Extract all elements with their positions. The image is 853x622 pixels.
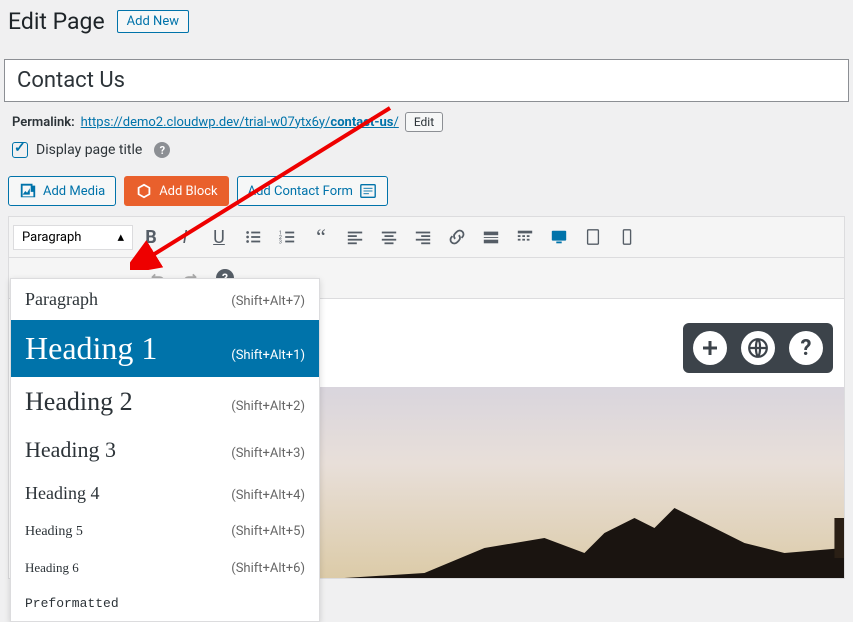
add-contact-form-button[interactable]: Add Contact Form bbox=[237, 176, 388, 206]
numbered-list-icon: 123 bbox=[278, 228, 296, 246]
format-heading-5[interactable]: Heading 5 (Shift+Alt+5) bbox=[11, 514, 319, 550]
display-page-title-checkbox[interactable] bbox=[12, 142, 28, 158]
floating-help-button[interactable]: ? bbox=[789, 331, 823, 365]
format-heading-4[interactable]: Heading 4 (Shift+Alt+4) bbox=[11, 473, 319, 514]
align-center-button[interactable] bbox=[373, 221, 405, 253]
silhouette-graphic bbox=[329, 498, 844, 578]
format-dropdown-menu: Paragraph (Shift+Alt+7) Heading 1 (Shift+Al… bbox=[10, 278, 320, 622]
svg-text:3: 3 bbox=[279, 239, 282, 245]
format-heading-4-label: Heading 4 bbox=[25, 483, 99, 504]
add-block-button[interactable]: Add Block bbox=[124, 176, 228, 206]
add-contact-form-label: Add Contact Form bbox=[248, 184, 353, 199]
format-heading-6-shortcut: (Shift+Alt+6) bbox=[231, 561, 305, 576]
display-page-title-label: Display page title bbox=[36, 142, 142, 158]
plus-icon bbox=[700, 338, 720, 358]
format-heading-1[interactable]: Heading 1 (Shift+Alt+1) bbox=[11, 320, 319, 377]
permalink-link[interactable]: https://demo2.cloudwp.dev/trial-w07ytx6y… bbox=[81, 115, 399, 130]
help-icon[interactable]: ? bbox=[154, 142, 170, 158]
floating-add-button[interactable] bbox=[693, 331, 727, 365]
format-preformatted-label: Preformatted bbox=[25, 596, 119, 611]
format-paragraph-label: Paragraph bbox=[25, 289, 98, 310]
format-heading-5-shortcut: (Shift+Alt+5) bbox=[231, 524, 305, 539]
more-icon bbox=[482, 228, 500, 246]
page-title: Edit Page bbox=[8, 8, 105, 35]
align-right-icon bbox=[414, 228, 432, 246]
tablet-preview-button[interactable] bbox=[577, 221, 609, 253]
format-heading-2-shortcut: (Shift+Alt+2) bbox=[231, 399, 305, 414]
permalink-label: Permalink: bbox=[12, 115, 75, 130]
media-icon bbox=[19, 182, 37, 200]
format-heading-3[interactable]: Heading 3 (Shift+Alt+3) bbox=[11, 427, 319, 473]
toolbar-toggle-icon bbox=[516, 228, 534, 246]
align-right-button[interactable] bbox=[407, 221, 439, 253]
desktop-icon bbox=[550, 228, 568, 246]
floating-actions: ? bbox=[683, 323, 833, 373]
format-heading-1-shortcut: (Shift+Alt+1) bbox=[231, 348, 305, 363]
bullet-list-button[interactable] bbox=[237, 221, 269, 253]
format-heading-5-label: Heading 5 bbox=[25, 524, 83, 540]
format-heading-4-shortcut: (Shift+Alt+4) bbox=[231, 488, 305, 503]
add-media-label: Add Media bbox=[43, 184, 105, 199]
italic-button[interactable]: I bbox=[169, 221, 201, 253]
format-dropdown-label: Paragraph bbox=[22, 230, 81, 245]
format-heading-2[interactable]: Heading 2 (Shift+Alt+2) bbox=[11, 377, 319, 427]
align-center-icon bbox=[380, 228, 398, 246]
link-icon bbox=[448, 228, 466, 246]
form-icon bbox=[359, 182, 377, 200]
link-button[interactable] bbox=[441, 221, 473, 253]
floating-lang-button[interactable] bbox=[741, 331, 775, 365]
format-heading-6[interactable]: Heading 6 (Shift+Alt+6) bbox=[11, 550, 319, 586]
format-preformatted[interactable]: Preformatted bbox=[11, 586, 319, 621]
blockquote-button[interactable]: “ bbox=[305, 221, 337, 253]
format-heading-6-label: Heading 6 bbox=[25, 560, 79, 576]
tablet-icon bbox=[584, 228, 602, 246]
bold-button[interactable]: B bbox=[135, 221, 167, 253]
add-media-button[interactable]: Add Media bbox=[8, 176, 116, 206]
caret-up-icon: ▴ bbox=[117, 230, 124, 245]
format-paragraph[interactable]: Paragraph (Shift+Alt+7) bbox=[11, 279, 319, 320]
format-heading-1-label: Heading 1 bbox=[25, 330, 157, 367]
format-dropdown[interactable]: Paragraph ▴ bbox=[13, 225, 133, 250]
edit-permalink-button[interactable]: Edit bbox=[405, 112, 443, 132]
mobile-preview-button[interactable] bbox=[611, 221, 643, 253]
add-new-button[interactable]: Add New bbox=[117, 10, 189, 33]
bullet-list-icon bbox=[244, 228, 262, 246]
format-paragraph-shortcut: (Shift+Alt+7) bbox=[231, 294, 305, 309]
post-title-input[interactable] bbox=[4, 59, 849, 102]
globe-icon bbox=[747, 337, 769, 359]
align-left-icon bbox=[346, 228, 364, 246]
align-left-button[interactable] bbox=[339, 221, 371, 253]
numbered-list-button[interactable]: 123 bbox=[271, 221, 303, 253]
block-icon bbox=[135, 182, 153, 200]
add-block-label: Add Block bbox=[159, 184, 217, 199]
permalink-slug: contact-us bbox=[330, 115, 393, 130]
mobile-icon bbox=[618, 228, 636, 246]
permalink-trail: / bbox=[393, 115, 398, 130]
permalink-row: Permalink: https://demo2.cloudwp.dev/tri… bbox=[0, 102, 853, 132]
format-heading-3-shortcut: (Shift+Alt+3) bbox=[231, 446, 305, 461]
desktop-preview-button[interactable] bbox=[543, 221, 575, 253]
format-heading-2-label: Heading 2 bbox=[25, 387, 133, 417]
toolbar-toggle-button[interactable] bbox=[509, 221, 541, 253]
insert-more-button[interactable] bbox=[475, 221, 507, 253]
permalink-base: https://demo2.cloudwp.dev/trial-w07ytx6y… bbox=[81, 115, 331, 130]
question-icon: ? bbox=[801, 336, 812, 361]
underline-button[interactable]: U bbox=[203, 221, 235, 253]
format-heading-3-label: Heading 3 bbox=[25, 437, 116, 463]
